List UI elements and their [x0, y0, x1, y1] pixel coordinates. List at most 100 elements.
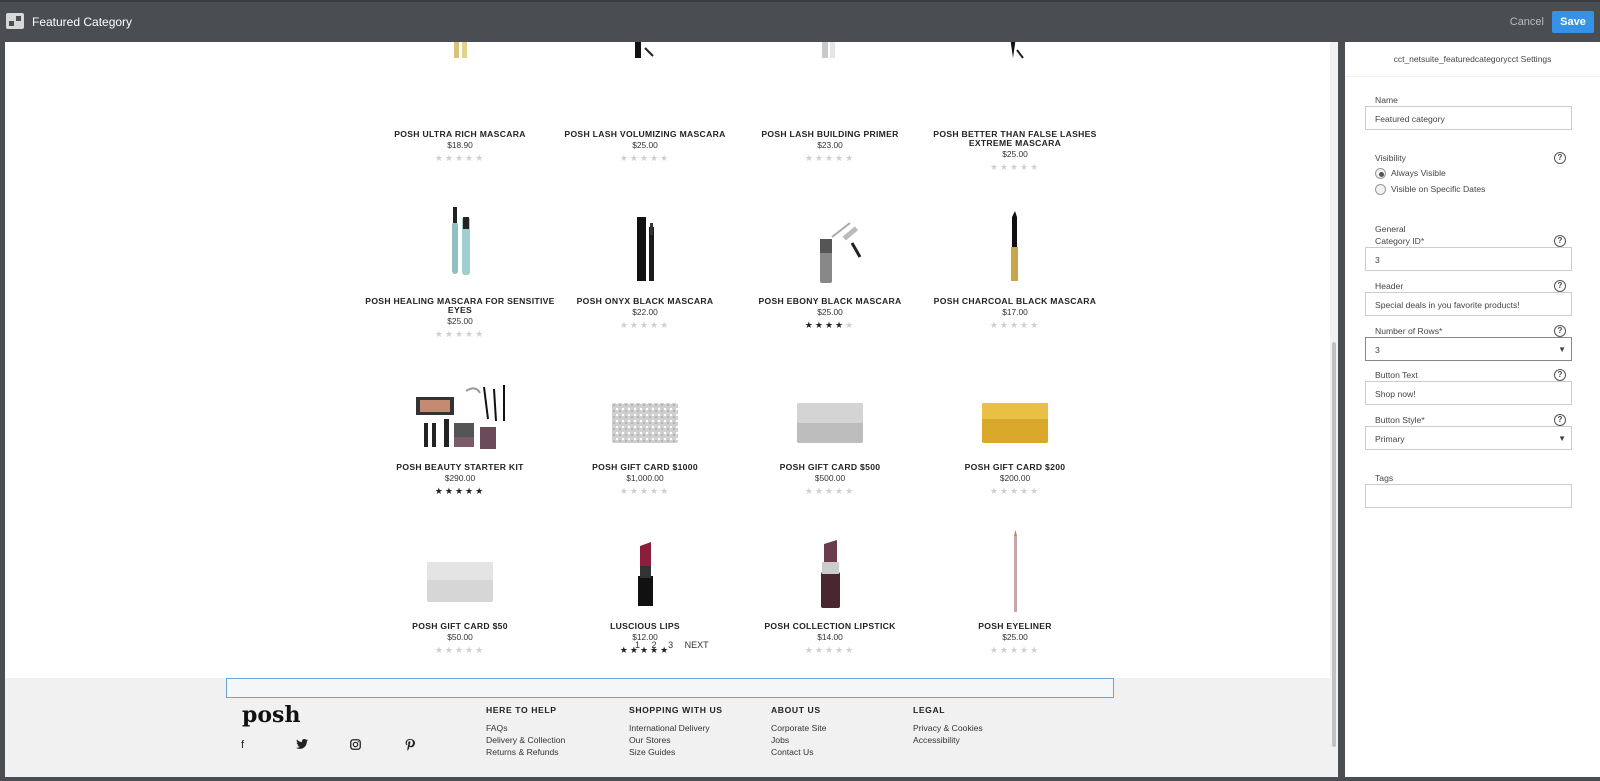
product-name[interactable]: POSH GIFT CARD $200 — [920, 463, 1110, 472]
product-name[interactable]: POSH GIFT CARD $50 — [365, 622, 555, 631]
product-image[interactable] — [920, 42, 1110, 130]
product-name[interactable]: POSH GIFT CARD $1000 — [550, 463, 740, 472]
product-price: $14.00 — [817, 632, 843, 642]
rows-select[interactable]: 3 ▼ — [1365, 337, 1572, 361]
product-image[interactable] — [920, 479, 1110, 622]
product-image[interactable] — [550, 320, 740, 463]
product-card[interactable]: POSH GIFT CARD $50 $50.00 ★★★★★ — [365, 479, 555, 656]
button-style-help-icon[interactable]: ? — [1554, 414, 1566, 426]
footer-logo[interactable]: posh — [242, 702, 300, 728]
page-preview: POSH ULTRA RICH MASCARA $18.90 ★★★★★ POSH L… — [5, 42, 1337, 777]
header-help-icon[interactable]: ? — [1554, 280, 1566, 292]
product-image[interactable] — [365, 479, 555, 622]
product-price: $17.00 — [1002, 307, 1028, 317]
product-card[interactable]: POSH EYELINER $25.00 ★★★★★ — [920, 479, 1110, 656]
product-image[interactable] — [735, 320, 925, 463]
chevron-down-icon: ▼ — [1558, 434, 1566, 443]
footer-link[interactable]: FAQs — [486, 722, 565, 734]
product-name[interactable]: POSH BEAUTY STARTER KIT — [365, 463, 555, 472]
product-name[interactable]: POSH EYELINER — [920, 622, 1110, 631]
button-style-select[interactable]: Primary ▼ — [1365, 426, 1572, 450]
footer-column: LEGAL Privacy & Cookies Accessibility — [913, 704, 983, 746]
category-id-field[interactable]: 3 — [1365, 247, 1572, 271]
button-text-help-icon[interactable]: ? — [1554, 369, 1566, 381]
cancel-button[interactable]: Cancel — [1510, 16, 1544, 28]
footer-link[interactable]: Privacy & Cookies — [913, 722, 983, 734]
name-field[interactable]: Featured category — [1365, 106, 1572, 130]
product-name[interactable]: POSH LASH VOLUMIZING MASCARA — [550, 130, 740, 139]
product-image[interactable] — [735, 42, 925, 130]
product-image[interactable] — [550, 42, 740, 130]
product-name[interactable]: POSH CHARCOAL BLACK MASCARA — [920, 297, 1110, 306]
product-name[interactable]: POSH BETTER THAN FALSE LASHES EXTREME MA… — [920, 130, 1110, 148]
product-card[interactable]: POSH LASH VOLUMIZING MASCARA $25.00 ★★★★★ — [550, 42, 740, 164]
product-image[interactable] — [550, 154, 740, 297]
tags-label: Tags — [1375, 473, 1394, 483]
next-page-link[interactable]: NEXT — [685, 640, 709, 650]
product-name[interactable]: POSH LASH BUILDING PRIMER — [735, 130, 925, 139]
product-image[interactable] — [920, 154, 1110, 297]
button-text-field[interactable]: Shop now! — [1365, 381, 1572, 405]
footer-link[interactable]: Contact Us — [771, 746, 826, 758]
specific-dates-radio[interactable]: Visible on Specific Dates — [1375, 184, 1485, 196]
rows-help-icon[interactable]: ? — [1554, 325, 1566, 337]
product-image[interactable] — [365, 42, 555, 130]
header-field[interactable]: Special deals in you favorite products! — [1365, 292, 1572, 316]
footer-link[interactable]: Our Stores — [629, 734, 723, 746]
product-name[interactable]: POSH COLLECTION LIPSTICK — [735, 622, 925, 631]
header-label: Header — [1375, 281, 1404, 291]
always-visible-radio[interactable]: Always Visible — [1375, 168, 1446, 180]
product-card[interactable]: POSH LASH BUILDING PRIMER $23.00 ★★★★★ — [735, 42, 925, 164]
footer-link[interactable]: Size Guides — [629, 746, 723, 758]
page-2-link[interactable]: 2 — [652, 640, 657, 650]
product-image[interactable] — [920, 320, 1110, 463]
footer-heading: ABOUT US — [771, 705, 821, 715]
product-card[interactable]: LUSCIOUS LIPS $12.00 ★★★★★ — [550, 479, 740, 656]
product-price: $18.90 — [447, 140, 473, 150]
scrollbar-thumb[interactable] — [1332, 342, 1336, 747]
save-button[interactable]: Save — [1552, 11, 1594, 33]
twitter-icon[interactable] — [296, 739, 308, 752]
instagram-icon[interactable] — [350, 739, 361, 753]
product-image[interactable] — [735, 154, 925, 297]
product-name[interactable]: POSH GIFT CARD $500 — [735, 463, 925, 472]
product-card[interactable]: POSH EBONY BLACK MASCARA $25.00 ★★★★★ — [735, 154, 925, 331]
category-id-label: Category ID* — [1375, 236, 1425, 246]
product-card[interactable]: POSH GIFT CARD $500 $500.00 ★★★★★ — [735, 320, 925, 497]
footer-link[interactable]: Corporate Site — [771, 722, 826, 734]
footer-link[interactable]: Jobs — [771, 734, 826, 746]
product-image[interactable] — [365, 154, 555, 297]
product-name[interactable]: POSH ONYX BLACK MASCARA — [550, 297, 740, 306]
product-name[interactable]: LUSCIOUS LIPS — [550, 622, 740, 631]
footer-link[interactable]: Accessibility — [913, 734, 983, 746]
product-card[interactable]: POSH GIFT CARD $200 $200.00 ★★★★★ — [920, 320, 1110, 497]
name-label: Name — [1375, 95, 1398, 105]
product-name[interactable]: POSH EBONY BLACK MASCARA — [735, 297, 925, 306]
footer-link[interactable]: Delivery & Collection — [486, 734, 565, 746]
tags-field[interactable] — [1365, 484, 1572, 508]
product-card[interactable]: POSH GIFT CARD $1000 $1,000.00 ★★★★★ — [550, 320, 740, 497]
product-name[interactable]: POSH HEALING MASCARA FOR SENSITIVE EYES — [365, 297, 555, 315]
footer-column: ABOUT US Corporate Site Jobs Contact Us — [771, 704, 826, 758]
visibility-help-icon[interactable]: ? — [1554, 152, 1566, 164]
product-card[interactable]: POSH ONYX BLACK MASCARA $22.00 ★★★★★ — [550, 154, 740, 331]
product-card[interactable]: POSH ULTRA RICH MASCARA $18.90 ★★★★★ — [365, 42, 555, 164]
product-card[interactable]: POSH COLLECTION LIPSTICK $14.00 ★★★★★ — [735, 479, 925, 656]
footer-link[interactable]: International Delivery — [629, 722, 723, 734]
product-image[interactable] — [735, 479, 925, 622]
product-card[interactable]: POSH HEALING MASCARA FOR SENSITIVE EYES $… — [365, 154, 555, 340]
drop-zone[interactable] — [226, 678, 1114, 698]
category-id-help-icon[interactable]: ? — [1554, 235, 1566, 247]
product-image[interactable] — [550, 479, 740, 622]
product-card[interactable]: POSH BEAUTY STARTER KIT $290.00 ★★★★★ — [365, 320, 555, 497]
product-name[interactable]: POSH ULTRA RICH MASCARA — [365, 130, 555, 139]
product-image[interactable] — [365, 320, 555, 463]
pinterest-icon[interactable] — [405, 739, 415, 754]
footer-link[interactable]: Returns & Refunds — [486, 746, 565, 758]
page-1-link[interactable]: 1 — [635, 640, 640, 650]
product-card[interactable]: POSH CHARCOAL BLACK MASCARA $17.00 ★★★★★ — [920, 154, 1110, 331]
canvas-scrollbar[interactable] — [1330, 42, 1338, 777]
facebook-icon[interactable]: f — [241, 739, 244, 751]
page-3-link[interactable]: 3 — [668, 640, 673, 650]
star-rating: ★★★★★ — [434, 645, 486, 655]
